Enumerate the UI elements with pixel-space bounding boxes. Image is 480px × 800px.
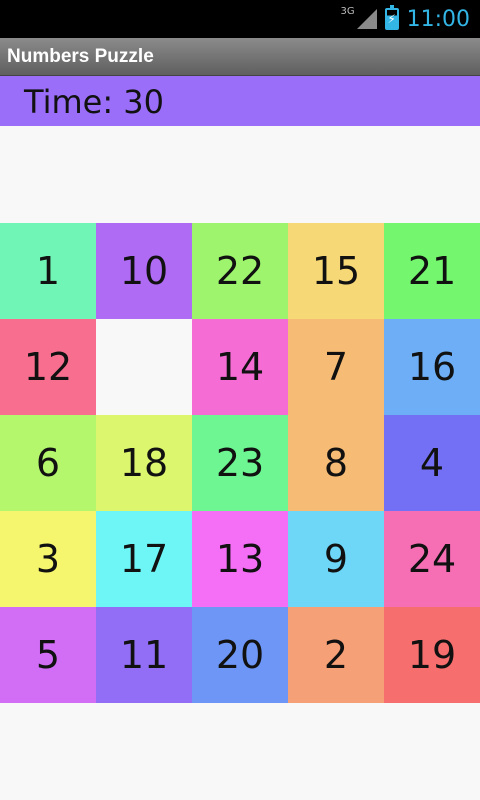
puzzle-tile[interactable]: 8 (288, 415, 384, 511)
puzzle-tile[interactable]: 2 (288, 607, 384, 703)
app-title-bar: Numbers Puzzle (0, 38, 480, 76)
puzzle-tile[interactable]: 22 (192, 223, 288, 319)
empty-tile (96, 319, 192, 415)
puzzle-tile[interactable]: 12 (0, 319, 96, 415)
puzzle-tile[interactable]: 11 (96, 607, 192, 703)
puzzle-tile[interactable]: 3 (0, 511, 96, 607)
puzzle-tile[interactable]: 9 (288, 511, 384, 607)
puzzle-tile[interactable]: 6 (0, 415, 96, 511)
timer-label: Time: 30 (24, 83, 164, 121)
puzzle-tile[interactable]: 21 (384, 223, 480, 319)
status-icons: 3G ⚡ 11:00 (340, 0, 470, 38)
signal-icon (356, 9, 377, 29)
puzzle-tile[interactable]: 24 (384, 511, 480, 607)
app-title: Numbers Puzzle (7, 46, 154, 67)
puzzle-tile[interactable]: 4 (384, 415, 480, 511)
status-bar: 3G ⚡ 11:00 (0, 0, 480, 38)
puzzle-tile[interactable]: 13 (192, 511, 288, 607)
puzzle-tile[interactable]: 19 (384, 607, 480, 703)
puzzle-tile[interactable]: 7 (288, 319, 384, 415)
puzzle-tile[interactable]: 1 (0, 223, 96, 319)
puzzle-tile[interactable]: 14 (192, 319, 288, 415)
puzzle-tile[interactable]: 5 (0, 607, 96, 703)
puzzle-grid: 1 10 22 15 21 12 14 7 16 6 18 23 8 4 3 17 13 9 24 5 11 20 2 19 (0, 223, 480, 703)
network-type-label: 3G (340, 5, 355, 17)
puzzle-tile[interactable]: 18 (96, 415, 192, 511)
puzzle-tile[interactable]: 16 (384, 319, 480, 415)
puzzle-tile[interactable]: 17 (96, 511, 192, 607)
puzzle-tile[interactable]: 23 (192, 415, 288, 511)
battery-icon: ⚡ (384, 5, 399, 30)
puzzle-tile[interactable]: 10 (96, 223, 192, 319)
puzzle-tile[interactable]: 20 (192, 607, 288, 703)
status-clock: 11:00 (406, 6, 470, 32)
puzzle-tile[interactable]: 15 (288, 223, 384, 319)
timer-bar: Time: 30 (0, 76, 480, 126)
